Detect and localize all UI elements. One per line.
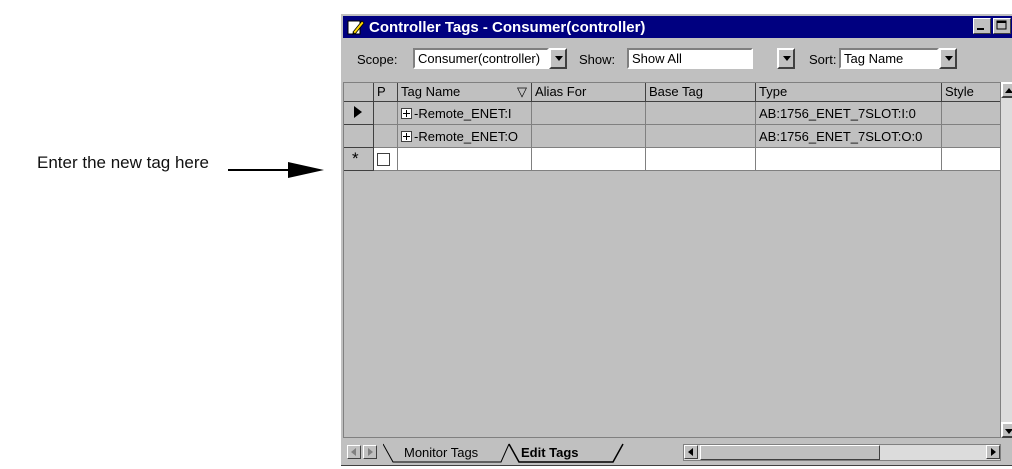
column-header-alias-for[interactable]: Alias For xyxy=(532,83,646,102)
row-selector-current[interactable] xyxy=(344,102,374,125)
sort-label: Sort: xyxy=(809,52,837,67)
row-2-p-cell[interactable] xyxy=(374,125,398,148)
sort-arrow-icon: ▽ xyxy=(517,84,527,99)
sort-dropdown-button[interactable] xyxy=(939,48,957,69)
column-header-type[interactable]: Type xyxy=(756,83,942,102)
minimize-icon xyxy=(977,28,984,30)
show-select[interactable]: Show All xyxy=(627,48,753,69)
row-2-tag-name-cell[interactable]: -Remote_ENET:O xyxy=(398,125,532,148)
row-1-p-cell[interactable] xyxy=(374,102,398,125)
row-1-type-cell[interactable]: AB:1756_ENET_7SLOT:I:0 xyxy=(756,102,942,125)
column-header-style[interactable]: Style xyxy=(942,83,1000,102)
row-2-tag-name: Remote_ENET:O xyxy=(418,129,519,144)
arrow-right-icon xyxy=(368,448,373,456)
column-header-base-tag[interactable]: Base Tag xyxy=(646,83,756,102)
annotation-label: Enter the new tag here xyxy=(37,153,210,172)
new-style-input[interactable] xyxy=(942,148,1000,171)
new-type-input[interactable] xyxy=(756,148,942,171)
bottom-tab-bar: Monitor Tags Edit Tags xyxy=(343,442,1012,464)
window-title: Controller Tags - Consumer(controller) xyxy=(369,18,646,36)
filter-toolbar: Scope: Consumer(controller) Show: Show A… xyxy=(343,42,1012,74)
new-row-marker[interactable]: * xyxy=(344,148,374,171)
row-2-style-cell[interactable] xyxy=(942,125,1000,148)
maximize-button[interactable] xyxy=(993,18,1011,34)
arrow-right-icon xyxy=(991,448,996,456)
row-1-style-cell[interactable] xyxy=(942,102,1000,125)
row-1-alias-for-cell[interactable] xyxy=(532,102,646,125)
controller-tags-window: Controller Tags - Consumer(controller) S… xyxy=(340,13,1012,466)
arrow-down-icon xyxy=(1005,429,1012,434)
scope-dropdown-button[interactable] xyxy=(549,48,567,69)
title-bar[interactable]: Controller Tags - Consumer(controller) xyxy=(343,16,1012,38)
scroll-down-button[interactable] xyxy=(1001,422,1012,438)
column-header-p[interactable]: P xyxy=(374,83,398,102)
sort-select[interactable]: Tag Name xyxy=(839,48,939,69)
annotation-arrow xyxy=(228,162,324,178)
row-2-base-tag-cell[interactable] xyxy=(646,125,756,148)
scroll-left-button[interactable] xyxy=(684,445,698,459)
scroll-thumb[interactable] xyxy=(700,445,880,460)
arrow-up-icon xyxy=(1005,88,1012,93)
row-2-type-cell[interactable]: AB:1756_ENET_7SLOT:O:0 xyxy=(756,125,942,148)
tab-scroll-right-button[interactable] xyxy=(363,445,377,459)
scope-label: Scope: xyxy=(357,52,398,67)
horizontal-scrollbar[interactable] xyxy=(683,444,1001,461)
column-header-tag-name-label: Tag Name xyxy=(401,84,461,99)
arrow-left-icon xyxy=(351,448,356,456)
scroll-right-button[interactable] xyxy=(986,445,1000,459)
row-selector[interactable] xyxy=(344,125,374,148)
new-base-tag-input[interactable] xyxy=(646,148,756,171)
new-row-p-cell[interactable] xyxy=(374,148,398,171)
tab-monitor-tags[interactable]: Monitor Tags xyxy=(398,442,484,462)
row-selector-header xyxy=(344,83,374,102)
current-row-arrow-icon xyxy=(354,106,362,118)
row-1-tag-name: Remote_ENET:I xyxy=(418,106,512,121)
show-dropdown-button[interactable] xyxy=(777,48,795,69)
show-label: Show: xyxy=(579,52,616,67)
tab-edit-tags[interactable]: Edit Tags xyxy=(515,442,585,462)
vertical-scrollbar[interactable] xyxy=(1001,82,1012,438)
scope-select[interactable]: Consumer(controller) xyxy=(413,48,549,69)
arrow-left-icon xyxy=(688,448,693,456)
maximize-icon xyxy=(996,20,1007,30)
tab-scroll-left-button[interactable] xyxy=(347,445,361,459)
minimize-button[interactable] xyxy=(973,18,991,34)
row-1-tag-name-cell[interactable]: -Remote_ENET:I xyxy=(398,102,532,125)
expand-plus-icon[interactable] xyxy=(401,131,412,142)
new-alias-for-input[interactable] xyxy=(532,148,646,171)
scroll-up-button[interactable] xyxy=(1001,82,1012,98)
produced-checkbox[interactable] xyxy=(377,153,390,166)
row-2-alias-for-cell[interactable] xyxy=(532,125,646,148)
new-tag-name-input[interactable] xyxy=(398,148,532,171)
column-header-tag-name[interactable]: Tag Name ▽ xyxy=(398,83,532,102)
tags-grid: P Tag Name ▽ Alias For Base Tag Type Sty… xyxy=(343,82,1001,438)
tags-window-icon xyxy=(347,20,365,35)
expand-plus-icon[interactable] xyxy=(401,108,412,119)
row-1-base-tag-cell[interactable] xyxy=(646,102,756,125)
